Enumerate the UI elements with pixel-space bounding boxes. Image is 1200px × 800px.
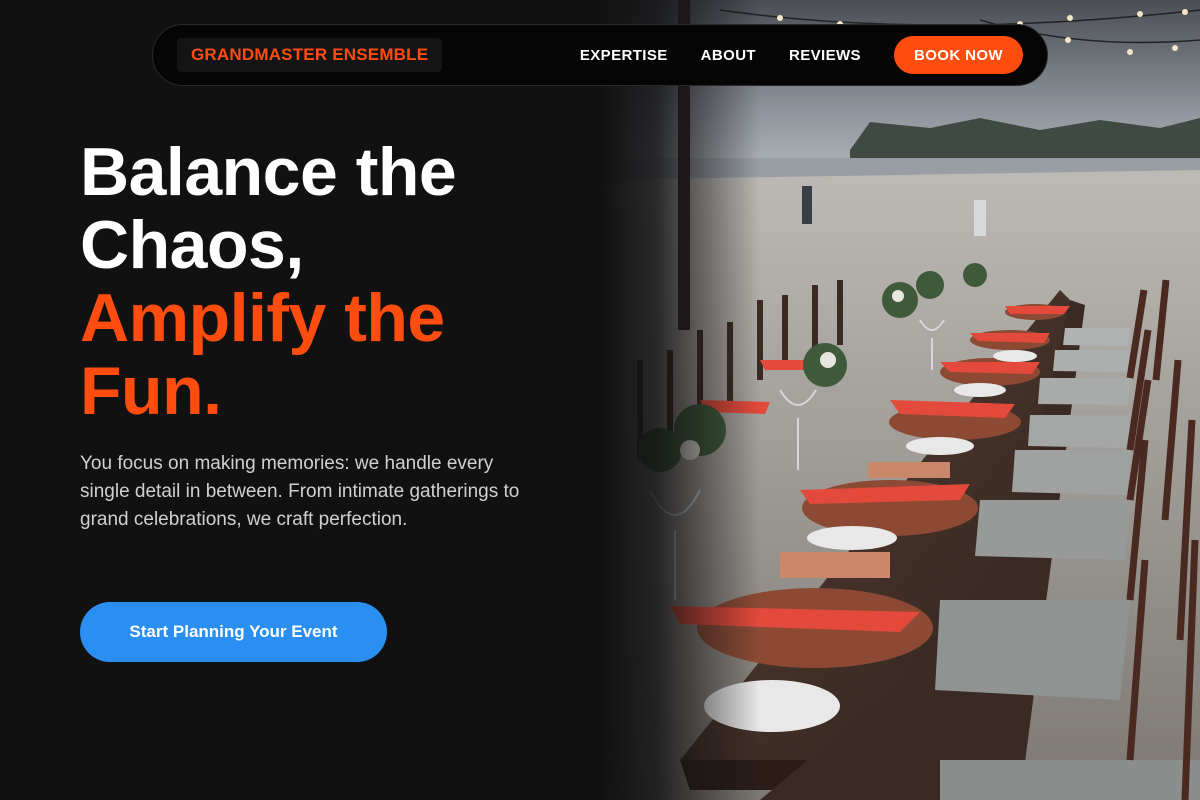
hero-title: Balance the Chaos, Amplify the Fun. bbox=[80, 136, 600, 428]
nav-link-reviews[interactable]: REVIEWS bbox=[789, 47, 861, 64]
hero-accent-line-1: Amplify the bbox=[80, 280, 445, 356]
hero-title-line-1: Balance the bbox=[80, 134, 457, 210]
start-planning-button[interactable]: Start Planning Your Event bbox=[80, 602, 387, 662]
nav-links: EXPERTISE ABOUT REVIEWS BOOK NOW bbox=[580, 36, 1023, 74]
nav-link-about[interactable]: ABOUT bbox=[701, 47, 756, 64]
hero-photo bbox=[600, 0, 1200, 800]
beach-banquet-table-photo bbox=[600, 0, 1200, 800]
hero-description: You focus on making memories: we handle … bbox=[80, 453, 520, 530]
hero-title-line-2: Chaos, bbox=[80, 207, 304, 283]
hero-accent-line-2: Fun. bbox=[80, 353, 222, 429]
brand-logo[interactable]: GRANDMASTER ENSEMBLE bbox=[177, 38, 443, 72]
nav-link-expertise[interactable]: EXPERTISE bbox=[580, 47, 668, 64]
navbar: GRANDMASTER ENSEMBLE EXPERTISE ABOUT REV… bbox=[152, 24, 1048, 86]
book-now-button[interactable]: BOOK NOW bbox=[893, 36, 1023, 74]
